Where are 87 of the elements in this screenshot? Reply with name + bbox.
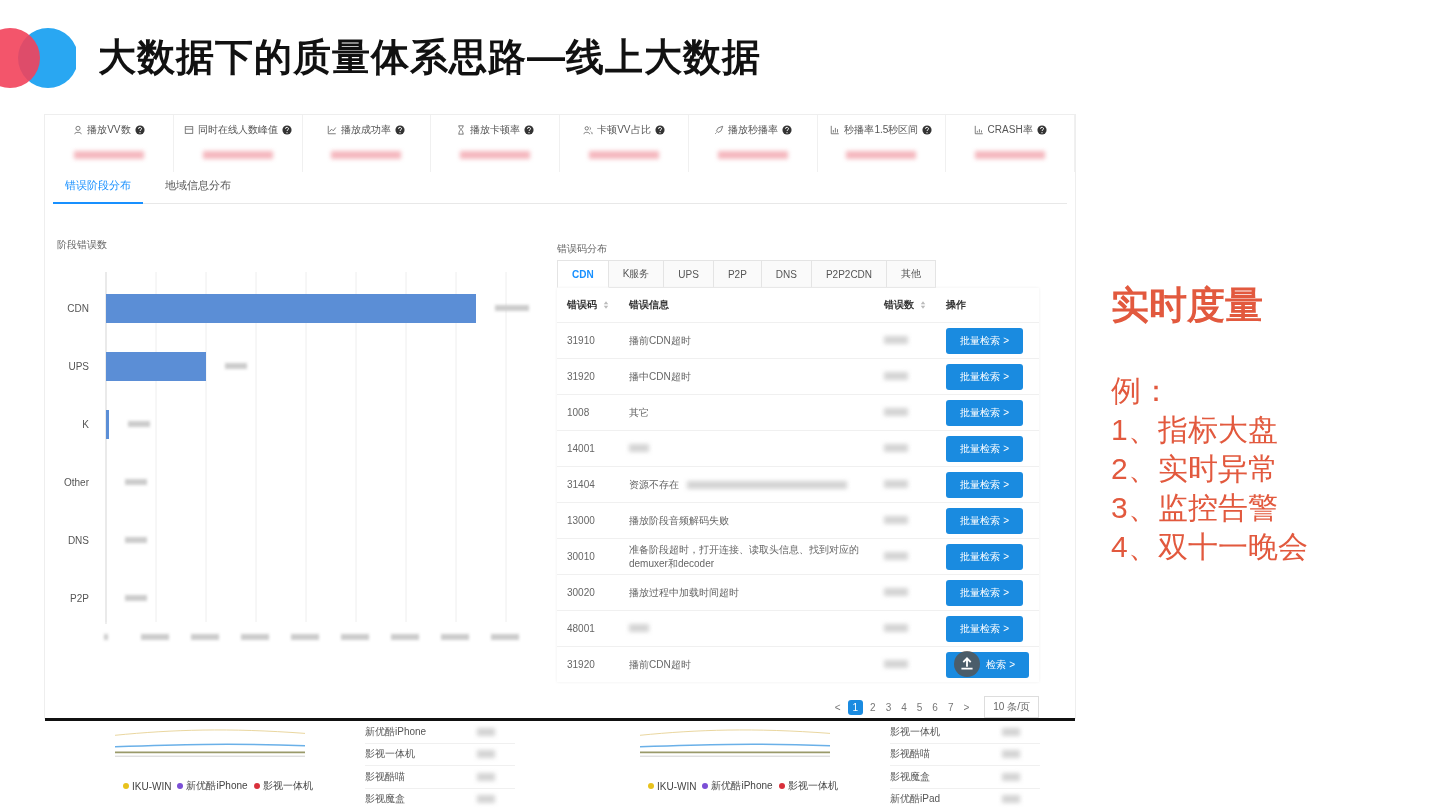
notes-item: 2、实时异常 bbox=[1111, 451, 1279, 487]
category-label: Other bbox=[64, 477, 89, 488]
chart-title: 阶段错误数 bbox=[57, 238, 108, 252]
metric-label: 播放卡顿率 bbox=[470, 123, 521, 137]
category-label: DNS bbox=[67, 535, 89, 546]
device-name: 影视酷喵 bbox=[890, 747, 930, 762]
table-cell: 31910 bbox=[557, 322, 619, 359]
page-button[interactable]: 3 bbox=[882, 699, 895, 715]
notes-item: 3、监控告警 bbox=[1111, 490, 1279, 526]
legend-label: 新优酷iPhone bbox=[186, 779, 248, 793]
metric-label: CRASH率 bbox=[987, 123, 1033, 137]
page-button[interactable]: 7 bbox=[944, 699, 957, 715]
page-button[interactable]: 2 bbox=[867, 699, 879, 715]
table-cell-text: 准备阶段超时，打开连接、读取头信息、找到对应的demuxer和decoder bbox=[629, 542, 860, 571]
device-name: 影视魔盒 bbox=[890, 769, 930, 784]
tab[interactable]: UPS bbox=[664, 260, 714, 288]
page-button[interactable]: 5 bbox=[913, 699, 926, 715]
table-cell: 1008 bbox=[557, 394, 619, 431]
page-button[interactable]: 6 bbox=[929, 699, 941, 715]
legend-label: 新优酷iPhone bbox=[711, 779, 773, 793]
legend-label: 影视一体机 bbox=[787, 779, 838, 793]
table-cell: 13000 bbox=[557, 502, 619, 539]
metric-label: 播放秒播率 bbox=[727, 123, 778, 137]
table-cell: 其它 bbox=[629, 405, 649, 420]
legend-label: 影视一体机 bbox=[262, 779, 313, 793]
batch-search-button[interactable]: 批量检索 > bbox=[946, 471, 1023, 498]
batch-search-button[interactable]: 批量检索 > bbox=[946, 435, 1023, 462]
table-cell: 30010 bbox=[557, 538, 619, 575]
category-label: P2P bbox=[70, 593, 89, 604]
column-header: 错误码 bbox=[567, 298, 597, 312]
tab[interactable]: DNS bbox=[761, 260, 812, 288]
page-button[interactable]: 1 bbox=[847, 699, 864, 715]
panel-title: 错误码分布 bbox=[557, 242, 608, 256]
column-header: 错误信息 bbox=[629, 298, 669, 312]
notes-intro: 例： bbox=[1111, 373, 1172, 409]
tab[interactable]: 其他 bbox=[887, 260, 937, 288]
category-label: CDN bbox=[67, 303, 89, 314]
device-name: 影视酷喵 bbox=[365, 769, 405, 784]
table-cell: 资源不存在 bbox=[629, 477, 679, 492]
notes-item: 4、双十一晚会 bbox=[1111, 529, 1308, 565]
table-cell: 48001 bbox=[557, 610, 619, 647]
table-cell: 播中CDN超时 bbox=[629, 369, 691, 384]
page-size-select[interactable]: 10 条/页 bbox=[984, 696, 1039, 718]
tab[interactable]: K服务 bbox=[608, 260, 665, 288]
table-cell: 31920 bbox=[557, 646, 619, 682]
batch-search-button[interactable]: 批量检索 > bbox=[946, 615, 1023, 642]
metric-label: 播放VV数 bbox=[87, 123, 131, 137]
category-label: UPS bbox=[68, 361, 89, 372]
device-name: 影视一体机 bbox=[890, 724, 940, 739]
batch-search-button[interactable]: 批量检索 > bbox=[946, 363, 1023, 390]
table-cell: 31404 bbox=[557, 466, 619, 503]
metric-label: 同时在线人数峰值 bbox=[197, 123, 278, 137]
column-header: 操作 bbox=[946, 298, 967, 312]
metric-label: 卡顿VV占比 bbox=[597, 123, 651, 137]
batch-search-button[interactable]: 批量检索 > bbox=[946, 399, 1023, 426]
table-cell: 30020 bbox=[557, 574, 619, 611]
tab[interactable]: P2P bbox=[713, 260, 762, 288]
device-name: 影视一体机 bbox=[365, 747, 415, 762]
tab[interactable]: P2P2CDN bbox=[811, 260, 888, 288]
tab[interactable]: CDN bbox=[557, 260, 609, 288]
legend-label: IKU-WIN bbox=[657, 780, 697, 792]
batch-search-button[interactable]: 批量检索 > bbox=[946, 543, 1023, 570]
tab[interactable]: 错误阶段分布 bbox=[53, 172, 143, 204]
metric-label: 秒播率1.5秒区间 bbox=[844, 123, 919, 137]
next-page-button[interactable]: > bbox=[960, 699, 973, 715]
device-name: 新优酷iPad bbox=[890, 792, 940, 807]
slide-title: 大数据下的质量体系思路—线上大数据 bbox=[98, 35, 761, 80]
metric-label: 播放成功率 bbox=[341, 123, 392, 137]
table-cell: 播放阶段音频解码失败 bbox=[629, 513, 729, 528]
column-header: 错误数 bbox=[884, 298, 915, 312]
batch-search-button[interactable]: 批量检索 > bbox=[946, 507, 1023, 534]
page-button[interactable]: 4 bbox=[898, 699, 910, 715]
notes-heading: 实时度量 bbox=[1111, 283, 1264, 328]
notes-item: 1、指标大盘 bbox=[1111, 412, 1279, 448]
batch-search-button[interactable]: 批量检索 > bbox=[946, 579, 1023, 606]
table-cell: 播前CDN超时 bbox=[629, 657, 691, 672]
device-name: 新优酷iPhone bbox=[365, 724, 427, 739]
table-cell: 14001 bbox=[557, 430, 619, 467]
category-label: K bbox=[82, 419, 89, 430]
batch-search-button[interactable]: 批量检索 > bbox=[946, 327, 1023, 354]
table-cell: 播放过程中加载时间超时 bbox=[629, 585, 739, 600]
previous-page-button[interactable]: < bbox=[831, 699, 844, 715]
table-cell: 播前CDN超时 bbox=[629, 333, 691, 348]
legend-label: IKU-WIN bbox=[132, 780, 172, 792]
table-cell: 31920 bbox=[557, 358, 619, 395]
tab[interactable]: 地域信息分布 bbox=[153, 172, 243, 204]
device-name: 影视魔盒 bbox=[365, 792, 405, 807]
